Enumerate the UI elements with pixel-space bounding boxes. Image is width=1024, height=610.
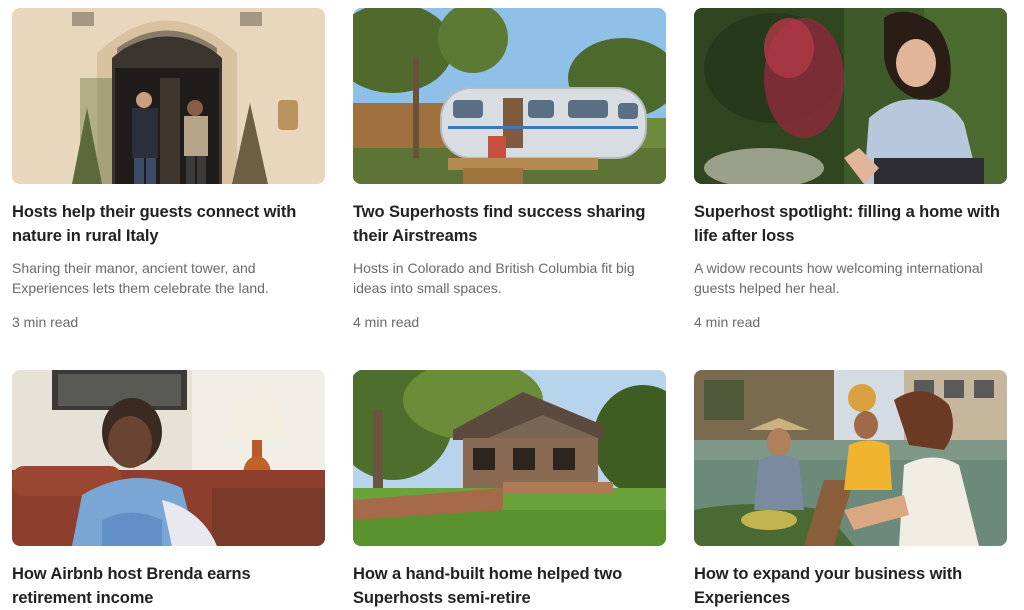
- article-card-superhost-spotlight[interactable]: Superhost spotlight: filling a home with…: [694, 8, 1007, 370]
- read-time: 4 min read: [353, 314, 420, 330]
- article-title[interactable]: How to expand your business with Experie…: [694, 562, 1007, 610]
- article-image-italy[interactable]: [12, 8, 325, 184]
- article-title[interactable]: Two Superhosts find success sharing thei…: [353, 200, 666, 248]
- airstream-photo: [353, 8, 666, 184]
- article-description: A widow recounts how welcoming internati…: [694, 260, 983, 296]
- article-card-airstreams[interactable]: Two Superhosts find success sharing thei…: [353, 8, 666, 370]
- read-time: 3 min read: [12, 314, 79, 330]
- hand-built-home-photo: [353, 370, 666, 546]
- article-grid: Hosts help their guests connect with nat…: [12, 8, 1008, 609]
- article-description: Sharing their manor, ancient tower, and …: [12, 260, 269, 296]
- article-title[interactable]: Hosts help their guests connect with nat…: [12, 200, 325, 248]
- article-title[interactable]: Superhost spotlight: filling a home with…: [694, 200, 1007, 248]
- brenda-portrait-photo: [12, 370, 325, 546]
- article-title[interactable]: How a hand-built home helped two Superho…: [353, 562, 666, 610]
- article-image-superhost-spotlight[interactable]: [694, 8, 1007, 184]
- article-card-hand-built-home[interactable]: How a hand-built home helped two Superho…: [353, 370, 666, 609]
- article-card-italy[interactable]: Hosts help their guests connect with nat…: [12, 8, 325, 370]
- article-title[interactable]: How Airbnb host Brenda earns retirement …: [12, 562, 325, 610]
- read-time: 4 min read: [694, 314, 761, 330]
- floating-market-photo: [694, 370, 1007, 546]
- article-image-hand-built-home[interactable]: [353, 370, 666, 546]
- article-card-brenda[interactable]: How Airbnb host Brenda earns retirement …: [12, 370, 325, 609]
- article-image-experiences[interactable]: [694, 370, 1007, 546]
- article-card-experiences[interactable]: How to expand your business with Experie…: [694, 370, 1007, 609]
- article-description: Hosts in Colorado and British Columbia f…: [353, 260, 635, 296]
- article-image-brenda[interactable]: [12, 370, 325, 546]
- italy-manor-photo: [12, 8, 325, 184]
- article-image-airstreams[interactable]: [353, 8, 666, 184]
- garden-host-photo: [694, 8, 1007, 184]
